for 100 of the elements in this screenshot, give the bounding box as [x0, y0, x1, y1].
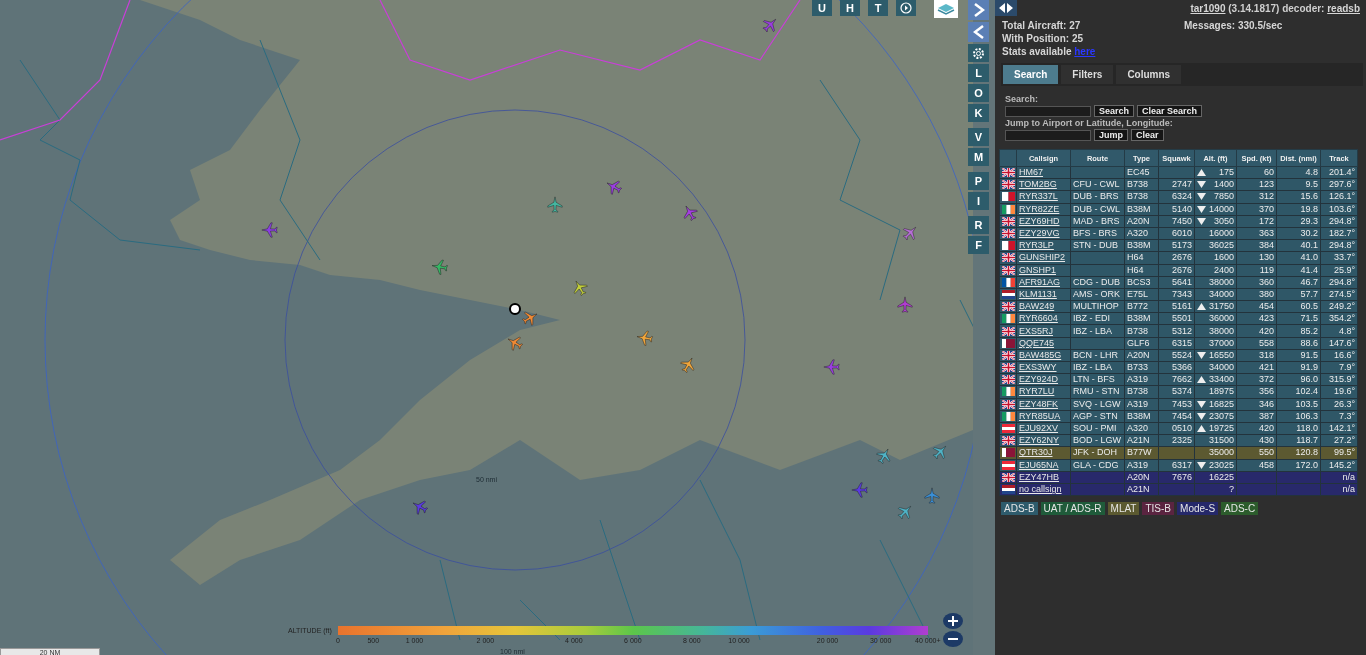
map-toggle-button[interactable]: F [968, 236, 989, 254]
table-cell: 5501 [1158, 312, 1195, 325]
map-toggle-button[interactable]: R [968, 216, 989, 234]
table-cell: 7450 [1158, 215, 1195, 228]
table-cell: 2676 [1158, 264, 1195, 277]
map-toggle-button[interactable]: K [968, 104, 989, 122]
readsb-link[interactable]: readsb [1327, 2, 1360, 14]
map-toggle-button[interactable]: U [812, 0, 832, 16]
gear-icon [972, 46, 985, 60]
expand-button[interactable] [968, 0, 989, 20]
panel-tab[interactable]: Search [1003, 65, 1059, 84]
table-cell: 26.3° [1320, 398, 1358, 411]
plane-icon[interactable] [896, 296, 914, 314]
plane-icon[interactable] [823, 358, 841, 376]
table-cell: 85.2 [1276, 324, 1321, 338]
altitude-value: 16825 [1208, 398, 1234, 410]
altitude-value: 37000 [1208, 337, 1234, 349]
map-toggle-button[interactable]: L [968, 64, 989, 82]
plane-icon[interactable] [761, 16, 779, 34]
map-toggle-button[interactable]: H [840, 0, 860, 16]
plane-icon[interactable] [901, 224, 919, 242]
table-cell: A319 [1124, 398, 1159, 411]
table-cell: 7676 [1158, 471, 1195, 484]
table-cell: 41.0 [1276, 251, 1321, 264]
table-cell [1070, 471, 1125, 484]
table-cell: 4.8° [1320, 324, 1358, 338]
table-cell: 7454 [1158, 410, 1195, 423]
plane-icon[interactable] [605, 178, 623, 196]
table-cell: 421 [1236, 361, 1277, 374]
map-toggle-button[interactable]: T [868, 0, 888, 16]
table-cell: 384 [1236, 239, 1277, 252]
table-cell: RMU - STN [1070, 385, 1125, 399]
map-toggle-button[interactable]: O [968, 84, 989, 102]
table-cell: B738 [1124, 385, 1159, 399]
map-toggle-button[interactable]: P [968, 172, 989, 190]
jump-field[interactable] [1005, 129, 1091, 141]
plane-icon[interactable] [571, 279, 589, 297]
plane-icon[interactable] [896, 503, 914, 521]
altitude-value: 16225 [1208, 471, 1234, 483]
tar1090-link[interactable]: tar1090 [1190, 2, 1226, 14]
table-cell: H64 [1124, 251, 1159, 264]
panel-tab[interactable]: Filters [1061, 65, 1114, 84]
chevron-left-icon [972, 25, 985, 39]
search-button[interactable]: Search [1094, 105, 1135, 117]
table-cell [1158, 166, 1195, 179]
collapse-button[interactable] [968, 22, 989, 42]
table-cell [1070, 166, 1125, 179]
altitude-value: 31750 [1208, 301, 1234, 313]
plane-icon[interactable] [411, 498, 429, 516]
table-cell: 118.0 [1276, 422, 1321, 435]
stats-text: Stats available here [1002, 46, 1097, 58]
jump-button[interactable]: Jump [1094, 129, 1128, 141]
plane-icon[interactable] [261, 221, 279, 239]
altitude-value: 7850 [1213, 191, 1234, 203]
map-toggle-button[interactable]: I [968, 192, 989, 210]
layers-button[interactable] [934, 0, 958, 18]
table-cell: 6010 [1158, 227, 1195, 240]
settings-button[interactable] [968, 44, 989, 62]
table-cell: 370 [1236, 203, 1277, 216]
table-cell: CFU - CWL [1070, 178, 1125, 191]
plane-icon[interactable] [431, 258, 449, 276]
plane-icon[interactable] [923, 487, 941, 505]
source-legend-tag: ADS-C [1221, 502, 1259, 516]
table-cell: 16.6° [1320, 349, 1358, 362]
replay-button[interactable] [896, 0, 916, 16]
plane-icon[interactable] [875, 447, 893, 465]
map-toggle-button[interactable]: V [968, 128, 989, 146]
altitude-value: 33400 [1208, 374, 1234, 386]
plane-icon[interactable] [679, 356, 697, 374]
table-cell [1276, 483, 1321, 496]
search-field[interactable] [1005, 105, 1091, 117]
panel-tab[interactable]: Columns [1116, 65, 1182, 84]
altitude-value: 38000 [1208, 325, 1234, 337]
version-info: tar1090 (3.14.1817) decoder: readsb [1190, 2, 1360, 14]
table-cell [1070, 337, 1125, 350]
table-cell: LTN - BFS [1070, 373, 1125, 386]
plane-icon[interactable] [521, 309, 539, 327]
table-cell: 5140 [1158, 203, 1195, 216]
panel-toggle-button[interactable] [995, 0, 1017, 16]
table-cell: n/a [1320, 483, 1358, 496]
table-cell: 5524 [1158, 349, 1195, 362]
plane-icon[interactable] [851, 481, 869, 499]
table-cell: BOD - LGW [1070, 434, 1125, 447]
plane-icon[interactable] [506, 334, 524, 352]
jump-button[interactable]: Clear [1131, 129, 1164, 141]
altitude-value: 16550 [1208, 349, 1234, 361]
table-cell: A21N [1124, 434, 1159, 447]
table-cell: 19.8 [1276, 203, 1321, 216]
source-legend-tag: MLAT [1107, 502, 1140, 516]
plane-icon[interactable] [681, 204, 699, 222]
table-cell: 454 [1236, 300, 1277, 313]
table-cell: 430 [1236, 434, 1277, 447]
altitude-value: 31500 [1208, 435, 1234, 447]
table-cell: 4.8 [1276, 166, 1321, 179]
plane-icon[interactable] [931, 443, 949, 461]
search-button[interactable]: Clear Search [1137, 105, 1203, 117]
plane-icon[interactable] [636, 329, 654, 347]
plane-icon[interactable] [546, 196, 564, 214]
table-cell: 2325 [1158, 434, 1195, 447]
map-toggle-button[interactable]: M [968, 148, 989, 166]
